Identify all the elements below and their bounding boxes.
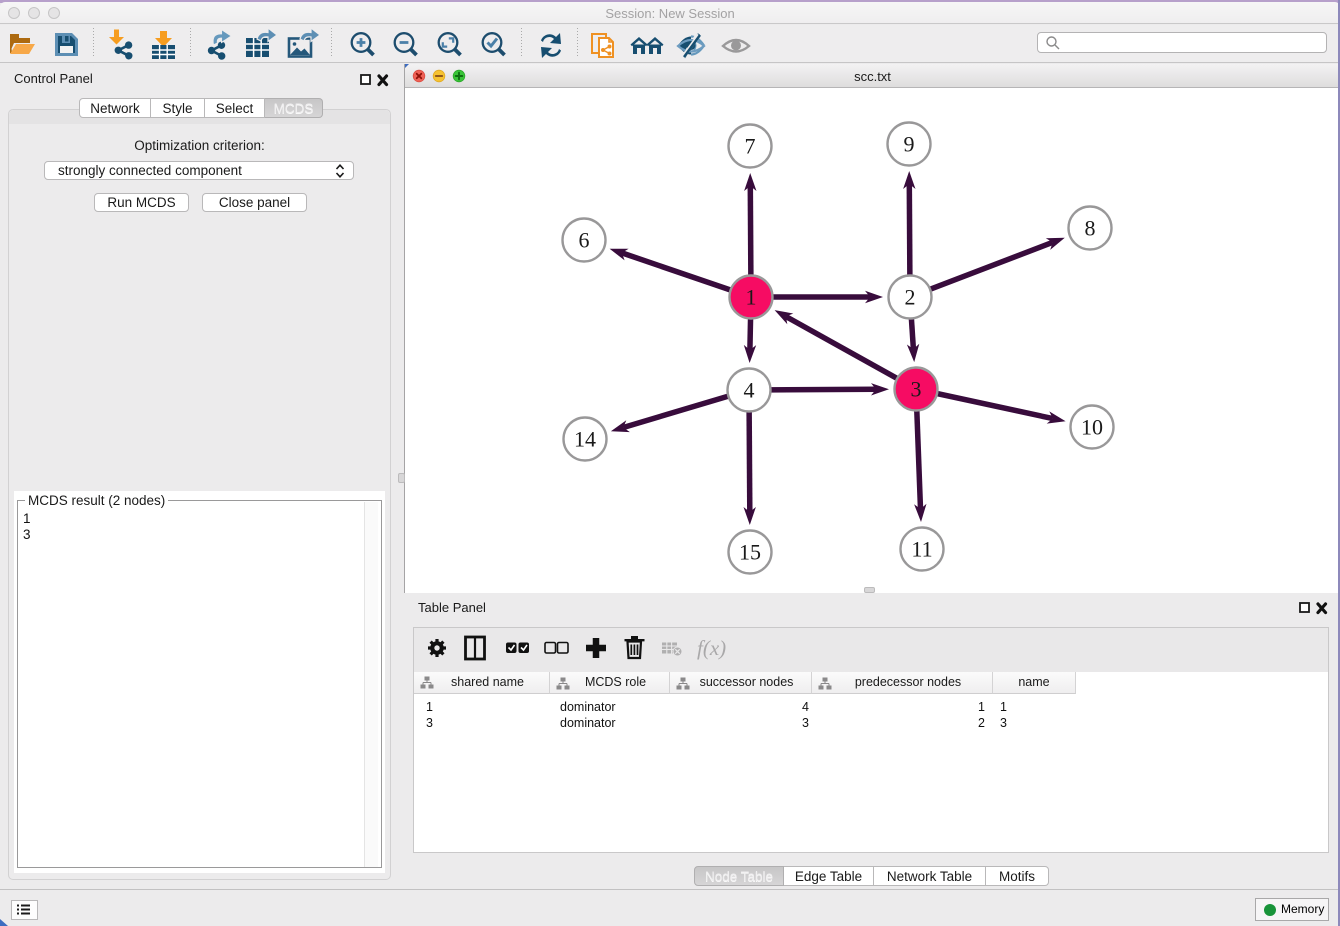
svg-text:4: 4 <box>744 378 755 403</box>
svg-text:3: 3 <box>911 377 922 402</box>
svg-text:6: 6 <box>579 228 590 253</box>
svg-text:1: 1 <box>746 285 757 310</box>
svg-text:14: 14 <box>574 427 596 452</box>
svg-text:10: 10 <box>1081 415 1103 440</box>
svg-text:9: 9 <box>904 132 915 157</box>
svg-text:7: 7 <box>745 134 756 159</box>
svg-text:15: 15 <box>739 540 761 565</box>
svg-text:2: 2 <box>905 285 916 310</box>
svg-text:8: 8 <box>1085 216 1096 241</box>
svg-text:11: 11 <box>911 537 932 562</box>
svg-text:f(x): f(x) <box>697 636 726 660</box>
